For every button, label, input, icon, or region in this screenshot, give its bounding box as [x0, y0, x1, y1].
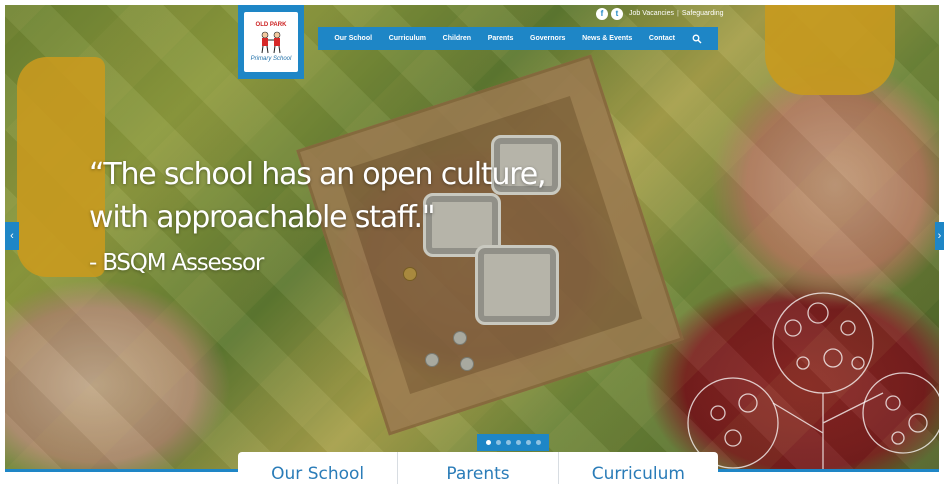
children-icon — [261, 31, 281, 54]
nav-parents[interactable]: Parents — [488, 35, 514, 42]
slider-dot[interactable] — [495, 440, 501, 445]
facebook-icon[interactable]: f — [596, 7, 608, 20]
tree-decoration — [687, 292, 939, 469]
separator: | — [677, 10, 679, 17]
hero-quote: “The school has an open culture, with ap… — [89, 153, 547, 281]
logo-title: OLD PARK — [255, 22, 287, 28]
nav-news-events[interactable]: News & Events — [582, 35, 632, 42]
logo-badge: OLD PARK Primary School — [244, 12, 298, 72]
nav-our-school[interactable]: Our School — [334, 35, 372, 42]
slider-prev-button[interactable]: ‹ — [5, 222, 19, 250]
quote-author: - BSQM Assessor — [89, 250, 264, 276]
nav-governors[interactable]: Governors — [530, 35, 565, 42]
search-icon[interactable] — [692, 34, 702, 44]
job-vacancies-link[interactable]: Job Vacancies — [629, 10, 674, 17]
twitter-icon[interactable]: t — [611, 7, 623, 20]
slider-dot[interactable] — [485, 440, 491, 445]
slider-dot[interactable] — [535, 440, 541, 445]
top-utility-bar: f t Job Vacancies | Safeguarding — [596, 7, 724, 20]
quote-line-2: with approachable staff." — [89, 200, 436, 235]
nav-curriculum[interactable]: Curriculum — [389, 35, 426, 42]
slider-pagination — [477, 434, 549, 451]
nav-children[interactable]: Children — [443, 35, 471, 42]
safeguarding-link[interactable]: Safeguarding — [682, 10, 724, 17]
quick-link-parents[interactable]: Parents — [397, 452, 557, 484]
hero-slider: “The school has an open culture, with ap… — [5, 5, 939, 469]
main-nav: Our School Curriculum Children Parents G… — [318, 27, 718, 50]
slider-dot[interactable] — [525, 440, 531, 445]
slider-dot[interactable] — [515, 440, 521, 445]
slider-next-button[interactable]: › — [935, 222, 944, 250]
nav-contact[interactable]: Contact — [649, 35, 675, 42]
quote-line-1: “The school has an open culture, — [89, 157, 547, 192]
quick-links-bar: Our School Parents Curriculum — [238, 452, 718, 484]
quick-link-our-school[interactable]: Our School — [238, 452, 397, 484]
logo-subtitle: Primary School — [250, 56, 292, 62]
quick-link-curriculum[interactable]: Curriculum — [557, 452, 718, 484]
slider-dot[interactable] — [505, 440, 511, 445]
school-logo[interactable]: OLD PARK Primary School — [238, 5, 304, 79]
